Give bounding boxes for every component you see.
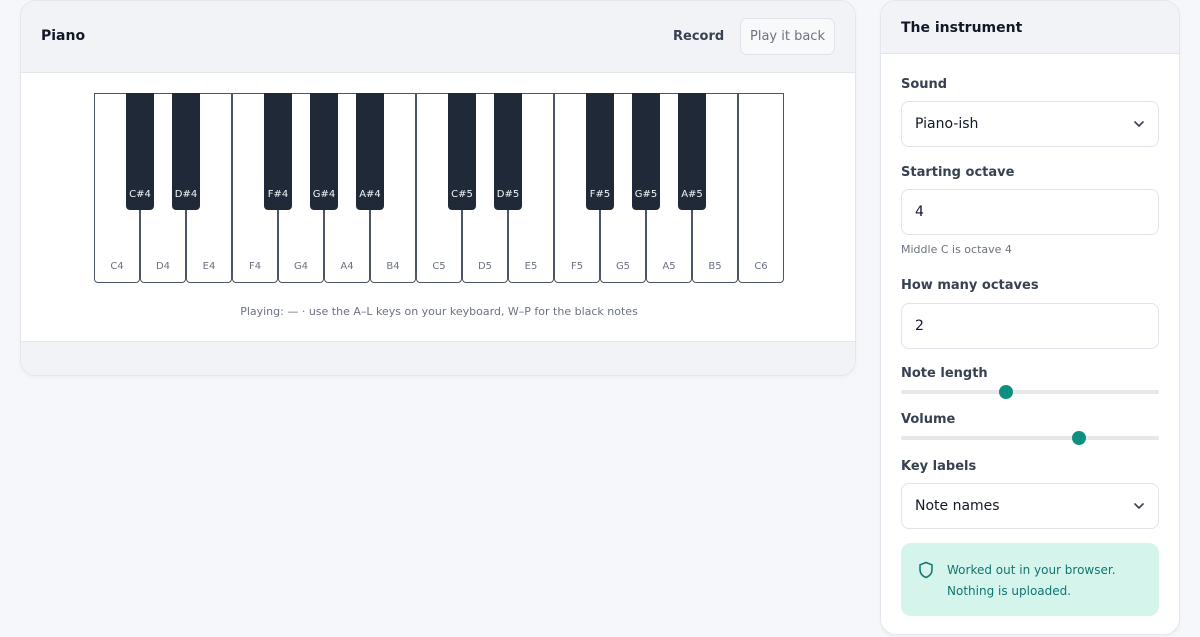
black-key[interactable]: F#4 <box>264 93 292 210</box>
status-text: Playing: — · use the A–L keys on your ke… <box>240 305 638 318</box>
chevron-down-icon <box>1134 121 1144 127</box>
key-label: F5 <box>570 261 584 272</box>
black-key[interactable]: C#4 <box>126 93 154 210</box>
sound-label: Sound <box>901 77 948 92</box>
chevron-down-icon <box>1134 503 1144 509</box>
key-label: G#4 <box>312 189 336 200</box>
slider-thumb[interactable] <box>1072 431 1086 445</box>
piano-title: Piano <box>41 28 86 44</box>
black-key[interactable]: G#4 <box>310 93 338 210</box>
key-label: D4 <box>155 261 171 272</box>
key-label: G#5 <box>634 189 658 200</box>
piano-footer <box>21 341 855 375</box>
black-key[interactable]: A#4 <box>356 93 384 210</box>
starting-octave-hint: Middle C is octave 4 <box>901 243 1012 256</box>
key-label: B5 <box>708 261 722 272</box>
piano-panel: Piano Record Play it back C4 D4 E4 F4 G4 A4 B4… <box>20 0 856 376</box>
key-labels-select[interactable]: Note names <box>901 483 1159 529</box>
piano-keyboard: C4 D4 E4 F4 G4 A4 B4 C5 D5 E5 F5 G5 A5 B5 C6 C#4 D#4 F#4 G… <box>94 93 784 283</box>
privacy-notice-line-2: Nothing is uploaded. <box>947 584 1072 598</box>
starting-octave-input[interactable]: 4 <box>901 189 1159 235</box>
key-label: G4 <box>293 261 309 272</box>
key-label: E4 <box>202 261 216 272</box>
privacy-notice-text: Worked out in your browser. Nothing is u… <box>947 560 1147 602</box>
key-label: C6 <box>754 261 768 272</box>
slider-track <box>901 436 1159 440</box>
black-key[interactable]: G#5 <box>632 93 660 210</box>
key-label: A4 <box>340 261 354 272</box>
key-label: A#5 <box>681 189 703 200</box>
starting-octave-label: Starting octave <box>901 165 1015 180</box>
privacy-notice-line-1: Worked out in your browser. <box>947 563 1116 577</box>
note-length-slider[interactable] <box>901 385 1159 399</box>
key-label: A#4 <box>359 189 381 200</box>
key-label: B4 <box>386 261 400 272</box>
black-key[interactable]: F#5 <box>586 93 614 210</box>
key-label: E5 <box>524 261 538 272</box>
black-key[interactable]: A#5 <box>678 93 706 210</box>
key-label: C5 <box>432 261 446 272</box>
instrument-panel: The instrument Sound Piano-ish Starting … <box>880 0 1180 635</box>
piano-header: Piano Record Play it back <box>21 1 855 73</box>
key-label: D#5 <box>496 189 520 200</box>
slider-track <box>901 390 1159 394</box>
instrument-header: The instrument <box>881 1 1179 54</box>
key-label: G5 <box>615 261 631 272</box>
key-labels-select-value: Note names <box>915 498 1000 514</box>
black-key[interactable]: C#5 <box>448 93 476 210</box>
key-label: D5 <box>477 261 493 272</box>
how-many-octaves-input[interactable]: 2 <box>901 303 1159 349</box>
sound-select[interactable]: Piano-ish <box>901 101 1159 147</box>
volume-slider[interactable] <box>901 431 1159 445</box>
black-key[interactable]: D#5 <box>494 93 522 210</box>
key-label: F#4 <box>267 189 289 200</box>
privacy-notice: Worked out in your browser. Nothing is u… <box>901 543 1159 616</box>
shield-icon <box>919 561 933 579</box>
instrument-title: The instrument <box>901 20 1023 36</box>
key-label: C#4 <box>129 189 151 200</box>
key-label: D#4 <box>174 189 198 200</box>
slider-thumb[interactable] <box>999 385 1013 399</box>
key-label: C4 <box>110 261 124 272</box>
white-key[interactable]: C6 <box>738 93 784 283</box>
sound-select-value: Piano-ish <box>915 116 979 132</box>
key-label: F#5 <box>589 189 611 200</box>
how-many-octaves-label: How many octaves <box>901 278 1039 293</box>
key-labels-label: Key labels <box>901 459 977 474</box>
volume-label: Volume <box>901 412 956 427</box>
record-button[interactable]: Record <box>669 19 728 55</box>
key-label: A5 <box>662 261 676 272</box>
play-it-back-button[interactable]: Play it back <box>740 18 835 55</box>
key-label: F4 <box>248 261 262 272</box>
note-length-label: Note length <box>901 366 988 381</box>
black-key[interactable]: D#4 <box>172 93 200 210</box>
key-label: C#5 <box>451 189 473 200</box>
